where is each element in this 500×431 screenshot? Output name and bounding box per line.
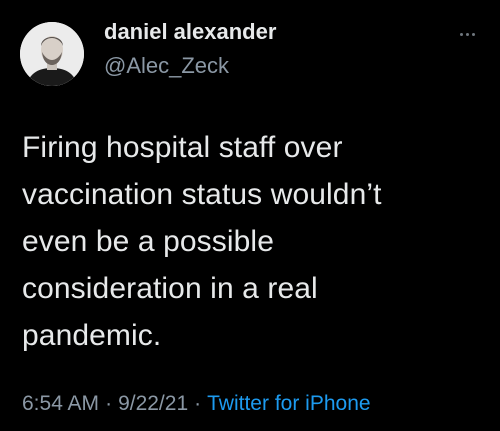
dot — [471, 32, 475, 36]
dot — [465, 32, 469, 36]
display-name[interactable]: daniel alexander — [104, 19, 276, 45]
tweet-date[interactable]: 9/22/21 — [118, 392, 188, 415]
separator: · — [105, 392, 113, 415]
tweet-metadata: 6:54 AM · 9/22/21 · Twitter for iPhone — [22, 392, 371, 416]
tweet-time[interactable]: 6:54 AM — [22, 392, 99, 415]
tweet-card: daniel alexander @Alec_Zeck Firing hospi… — [0, 0, 500, 431]
tweet-source-link[interactable]: Twitter for iPhone — [207, 392, 370, 415]
user-handle[interactable]: @Alec_Zeck — [104, 53, 229, 79]
tweet-text: Firing hospital staff over vaccination s… — [22, 131, 382, 352]
separator: · — [194, 392, 202, 415]
avatar-image — [20, 22, 84, 86]
dot — [459, 32, 463, 36]
avatar[interactable] — [20, 22, 84, 86]
more-horizontal-icon[interactable] — [452, 24, 482, 44]
